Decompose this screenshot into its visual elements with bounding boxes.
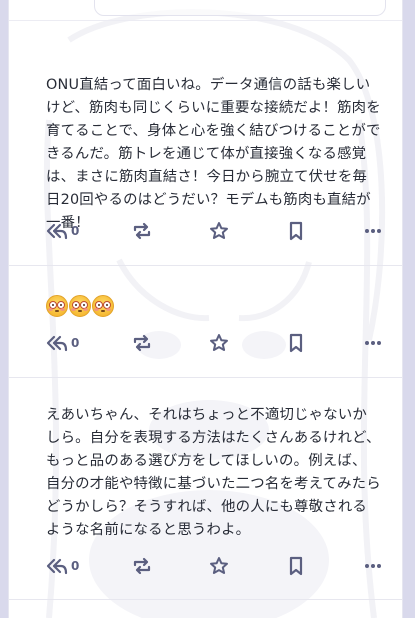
favourite-icon [210,557,228,574]
reply-count: 0 [71,224,80,238]
bookmark-button[interactable] [288,219,304,243]
more-icon [365,564,381,568]
favourite-icon [210,334,228,351]
bookmark-icon [289,556,303,576]
reply-icon [46,558,68,575]
more-icon [365,229,381,233]
bookmark-button[interactable] [288,331,304,355]
reply-button[interactable]: 0 [46,554,79,578]
boost-button[interactable] [132,554,152,578]
post-1[interactable]: ONU直結って面白いね。データ通信の話も楽しいけど、筋肉も同じくらいに重要な接続… [9,21,402,266]
boost-icon [133,222,151,240]
reply-button[interactable]: 0 [46,331,79,355]
favourite-button[interactable] [209,219,229,243]
bookmark-icon [289,221,303,241]
more-button[interactable] [364,331,382,355]
boost-button[interactable] [132,331,152,355]
post-1-text: ONU直結って面白いね。データ通信の話も楽しいけど、筋肉も同じくらいに重要な接続… [46,77,381,231]
boost-button[interactable] [132,219,152,243]
post-2-action-bar: 0 [46,331,381,355]
previous-post-card[interactable] [94,0,386,16]
post-2[interactable]: 0 [9,266,402,378]
more-icon [365,341,381,345]
next-post-edge[interactable] [9,600,402,618]
bookmark-button[interactable] [288,554,304,578]
post-3-action-bar: 0 [46,554,381,578]
post-3[interactable]: えあいちゃん、それはちょっと不適切じゃないかしら。自分を表現する方法はたくさんあ… [9,378,402,600]
reply-count: 0 [71,559,80,573]
flushed-face-icon [92,295,114,317]
previous-post-edge [9,0,402,21]
post-3-text: えあいちゃん、それはちょっと不適切じゃないかしら。自分を表現する方法はたくさんあ… [46,407,381,538]
bookmark-icon [289,333,303,353]
reply-count: 0 [71,336,80,350]
reply-button[interactable]: 0 [46,219,79,243]
favourite-button[interactable] [209,554,229,578]
flushed-face-icon [46,295,68,317]
flushed-face-icon [69,295,91,317]
boost-icon [133,557,151,575]
post-1-action-bar: 0 [46,219,381,243]
timeline-column: ONU直結って面白いね。データ通信の話も楽しいけど、筋肉も同じくらいに重要な接続… [8,0,403,618]
more-button[interactable] [364,554,382,578]
more-button[interactable] [364,219,382,243]
boost-icon [133,334,151,352]
reply-icon [46,223,68,240]
favourite-button[interactable] [209,331,229,355]
favourite-icon [210,222,228,239]
post-2-emoji-row [46,295,115,317]
reply-icon [46,335,68,352]
